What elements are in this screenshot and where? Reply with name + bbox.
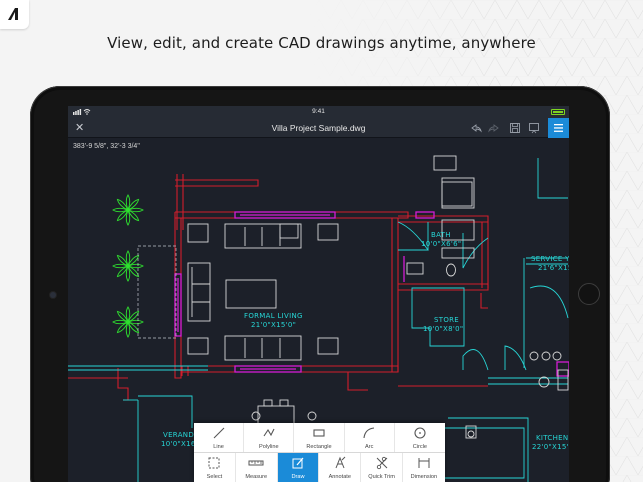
tab-select[interactable]: Select [194, 453, 236, 482]
tool-label: Arc [364, 444, 374, 450]
status-bar: 9:41 [68, 106, 569, 118]
autodesk-logo-icon [8, 8, 18, 20]
room-label-line2: 21'0"X15'0" [251, 321, 296, 329]
tab-measure[interactable]: Measure [236, 453, 278, 482]
tab-dimension[interactable]: Dimension [403, 453, 445, 482]
annotate-icon [335, 456, 346, 469]
cursor-coordinates: 383'-9 5/8", 32'-3 3/4" [73, 143, 140, 150]
outline-dashed [137, 245, 177, 339]
tool-label: Polyline [258, 444, 279, 450]
headline: View, edit, and create CAD drawings anyt… [107, 34, 536, 52]
tool-label: Annotate [328, 474, 351, 480]
mode-tabs-row: Select Measure Draw Annotate Quick Trim … [194, 453, 445, 482]
undo-icon[interactable] [470, 122, 482, 134]
room-label-line2: 10'0"X16 [161, 440, 196, 448]
tool-label: Dimension [410, 474, 438, 480]
tab-quick-trim[interactable]: Quick Trim [361, 453, 403, 482]
palm-plant-icon [112, 250, 144, 282]
circle-tool-button[interactable]: Circle [395, 423, 445, 452]
arc-icon [363, 427, 375, 439]
tab-draw[interactable]: Draw [277, 453, 320, 482]
draw-icon [292, 457, 304, 469]
palm-plant-icon [112, 194, 144, 226]
measure-icon [248, 460, 264, 466]
arc-tool-button[interactable]: Arc [345, 423, 395, 452]
line-tool-button[interactable]: Line [194, 423, 245, 452]
quick-trim-icon [376, 456, 387, 470]
room-label-line1: KITCHEN [536, 434, 568, 442]
app-toolbar: ✕ Villa Project Sample.dwg [68, 118, 569, 138]
circle-icon [414, 427, 426, 439]
tab-annotate[interactable]: Annotate [319, 453, 362, 482]
tool-label: Circle [412, 444, 428, 450]
draw-tools-row: Line Polyline Rectangle Arc Circle [194, 423, 445, 453]
select-icon [208, 457, 220, 469]
tool-label: Quick Trim [368, 474, 395, 480]
rectangle-icon [313, 429, 325, 437]
room-label-line2: 10'0"X6'6" [421, 240, 461, 248]
battery-icon [551, 109, 565, 115]
battery-fill [553, 111, 563, 113]
room-label-line2: 22'0"X15'0" [532, 443, 569, 451]
tool-label: Measure [245, 474, 268, 480]
status-time: 9:41 [312, 108, 325, 115]
tool-label: Select [206, 474, 223, 480]
polyline-icon [263, 428, 275, 437]
room-label-line1: SERVICE Y [531, 255, 569, 263]
tool-label: Draw [291, 474, 305, 480]
furniture [187, 155, 569, 439]
palm-plant-icon [112, 306, 144, 338]
presentation-icon[interactable] [528, 122, 540, 134]
windows [174, 211, 569, 377]
tool-label: Rectangle [306, 444, 332, 450]
redo-icon[interactable] [488, 122, 500, 134]
app-screen: 9:41 ✕ Villa Project Sample.dwg FORMAL L… [68, 106, 569, 482]
tool-label: Line [213, 444, 224, 450]
front-camera [50, 292, 56, 298]
dimension-icon [418, 458, 430, 468]
save-icon[interactable] [509, 122, 521, 134]
room-label-line2: 10'0"X8'0" [423, 325, 463, 333]
hamburger-menu-icon [554, 124, 563, 132]
polyline-tool-button[interactable]: Polyline [244, 423, 295, 452]
palm-plant-icon [112, 194, 144, 338]
room-label-line1: BATH [431, 231, 451, 239]
line-icon [213, 427, 224, 439]
room-label-line2: 21'6"X15 [538, 264, 569, 272]
draw-tool-palette: Line Polyline Rectangle Arc Circle Selec… [194, 423, 445, 482]
menu-button[interactable] [548, 118, 569, 138]
home-button[interactable] [578, 283, 600, 305]
rectangle-tool-button[interactable]: Rectangle [294, 423, 345, 452]
autodesk-logo [0, 0, 29, 29]
room-label-line1: STORE [434, 316, 459, 324]
room-label-line1: FORMAL LIVING [244, 312, 303, 320]
